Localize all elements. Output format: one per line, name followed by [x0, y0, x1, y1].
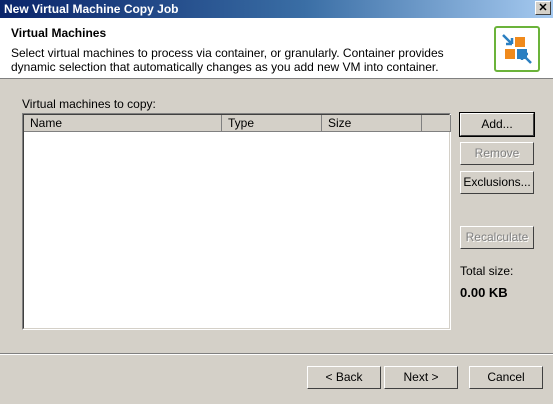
total-size-value: 0.00 KB [460, 285, 508, 300]
back-button[interactable]: < Back [307, 366, 381, 389]
wizard-header: Virtual Machines Select virtual machines… [0, 18, 553, 79]
recalculate-button[interactable]: Recalculate [460, 226, 534, 249]
copy-job-arrows-icon [494, 26, 540, 72]
window-title: New Virtual Machine Copy Job [4, 2, 179, 16]
remove-button[interactable]: Remove [460, 142, 534, 165]
add-button[interactable]: Add... [459, 112, 535, 137]
footer-separator [0, 353, 553, 355]
close-button[interactable]: ✕ [535, 1, 551, 15]
exclusions-button[interactable]: Exclusions... [460, 171, 534, 194]
column-header-size[interactable]: Size [322, 115, 422, 132]
total-size-label: Total size: [460, 264, 514, 278]
column-header-type-label: Type [228, 116, 255, 130]
column-header-type[interactable]: Type [222, 115, 322, 132]
next-button[interactable]: Next > [384, 366, 458, 389]
vm-list-label: Virtual machines to copy: [22, 97, 156, 111]
column-header-size-label: Size [328, 116, 352, 130]
vm-list[interactable]: Name Type Size [22, 113, 451, 330]
close-icon: ✕ [538, 2, 548, 14]
cancel-button[interactable]: Cancel [469, 366, 543, 389]
column-header-filler [422, 115, 451, 132]
title-bar: New Virtual Machine Copy Job ✕ [0, 0, 553, 18]
step-title: Virtual Machines [11, 26, 107, 40]
step-description: Select virtual machines to process via c… [11, 46, 444, 74]
column-header-name[interactable]: Name [24, 115, 222, 132]
column-header-name-label: Name [30, 116, 63, 130]
